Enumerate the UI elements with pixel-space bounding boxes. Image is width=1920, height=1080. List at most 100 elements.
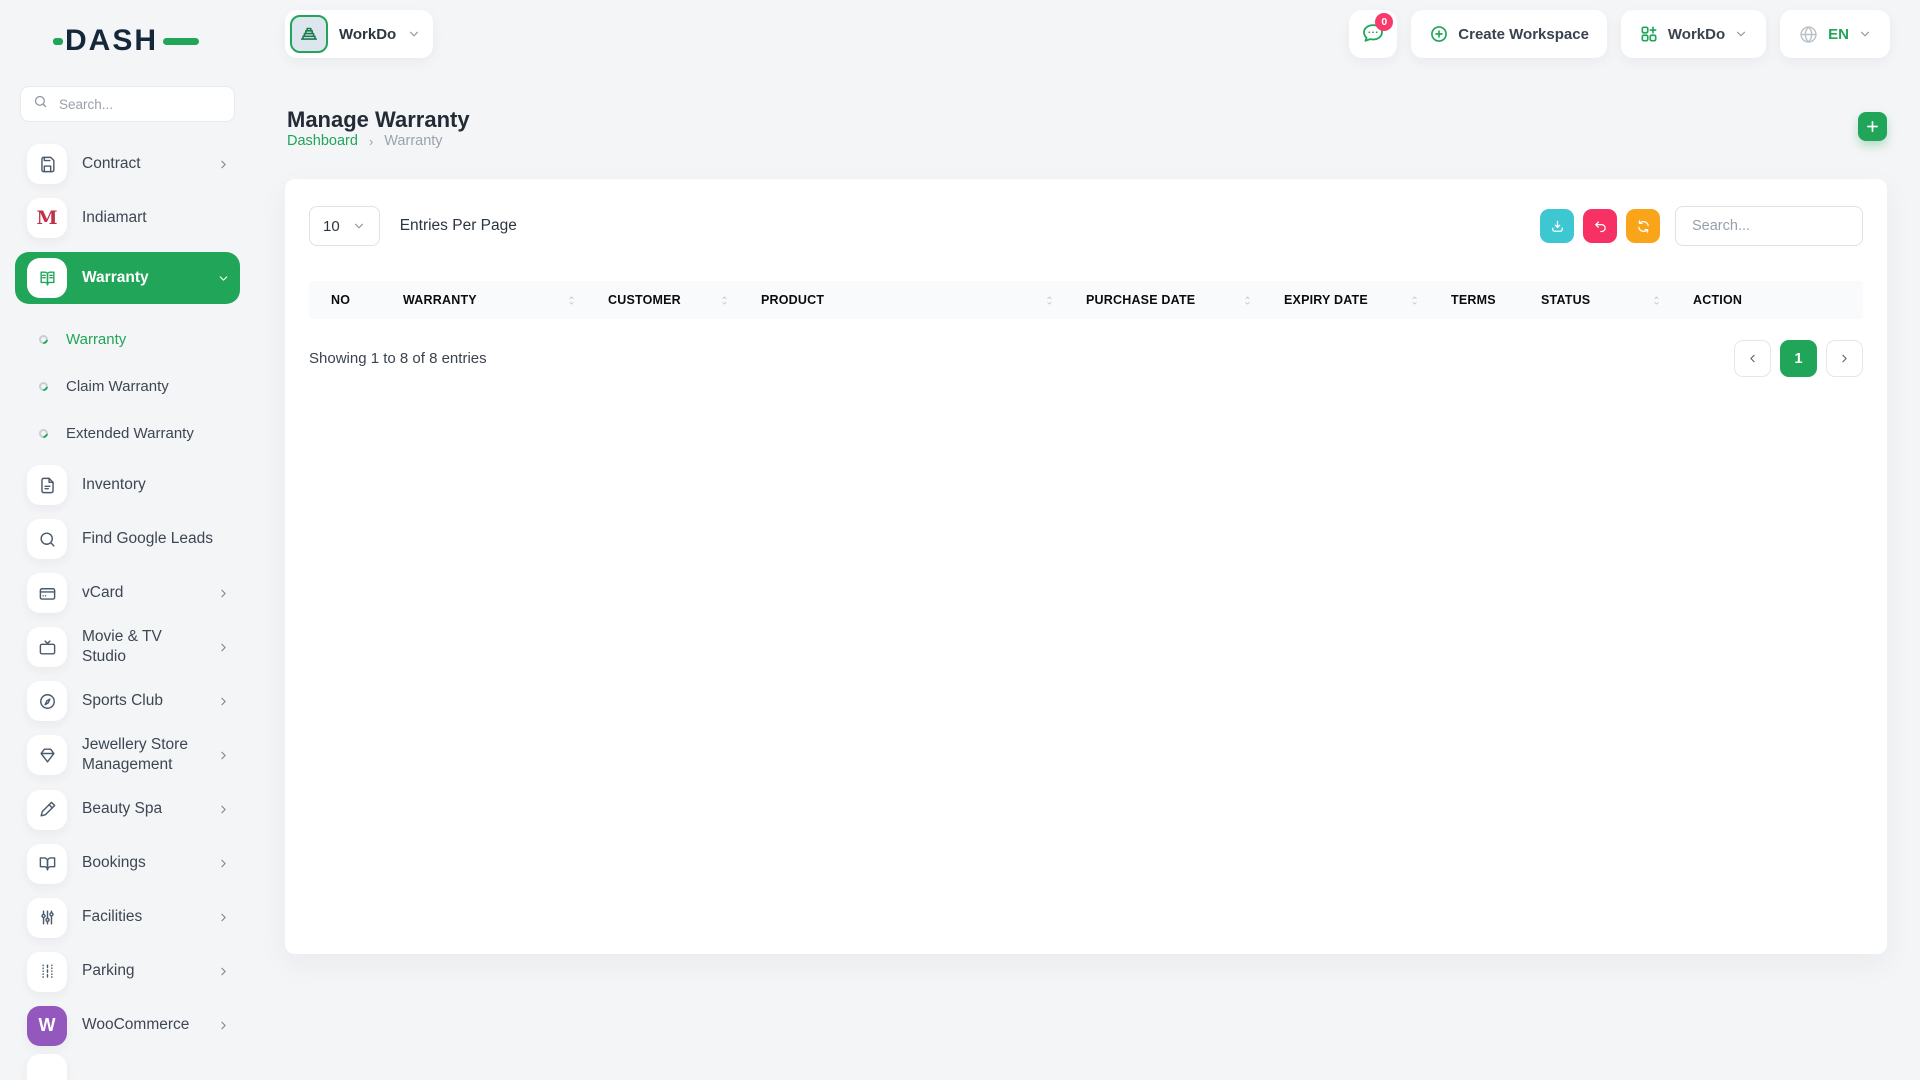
breadcrumb-dashboard-link[interactable]: Dashboard (287, 133, 358, 149)
sidebar: DASH Contract M Indiamart Warranty Warranty C… (0, 0, 255, 1080)
sidebar-subitem-claim-warranty[interactable]: Claim Warranty (39, 363, 240, 410)
sidebar-item-label: Find Google Leads (82, 529, 213, 549)
workdo-menu-label: WorkDo (1668, 26, 1725, 43)
logo-dash-accent (163, 38, 199, 45)
warranty-table: NOWARRANTYCUSTOMERPRODUCTPURCHASE DATEEX… (309, 281, 1863, 319)
column-header-status[interactable]: STATUS (1525, 281, 1677, 319)
sort-icon[interactable] (1408, 294, 1421, 307)
sort-icon[interactable] (565, 294, 578, 307)
pagination-prev-button[interactable] (1734, 340, 1771, 377)
entries-per-page-select[interactable]: 10 (309, 206, 380, 246)
chevron-down-icon (352, 219, 366, 233)
sidebar-item-movie-tv-studio[interactable]: Movie & TV Studio (15, 627, 240, 667)
pagination-next-button[interactable] (1826, 340, 1863, 377)
parking-icon (27, 952, 67, 992)
column-header-expiry-date[interactable]: EXPIRY DATE (1268, 281, 1435, 319)
sidebar-item-inventory[interactable]: Inventory (15, 465, 240, 505)
language-label: EN (1828, 26, 1849, 43)
sidebar-item-woocommerce[interactable]: WWooCommerce (15, 1006, 240, 1046)
search-icon (33, 94, 48, 114)
sidebar-item-warranty[interactable]: Warranty (15, 252, 240, 304)
sidebar-item-label: Facilities (82, 907, 142, 927)
sidebar-search (20, 86, 235, 122)
sidebar-item-label: WooCommerce (82, 1015, 189, 1035)
sidebar-item-label: Warranty (82, 268, 149, 288)
table-search-input[interactable] (1690, 217, 1848, 235)
logo-text: DASH (65, 24, 158, 57)
showing-entries-text: Showing 1 to 8 of 8 entries (309, 350, 487, 367)
indiamart-icon: M (27, 198, 67, 238)
grid-plus-icon (1639, 24, 1659, 44)
column-label: STATUS (1541, 293, 1590, 307)
create-workspace-button[interactable]: Create Workspace (1411, 10, 1607, 58)
column-header-product[interactable]: PRODUCT (745, 281, 1070, 319)
sidebar-item-label: Movie & TV Studio (82, 627, 202, 667)
open-book-icon (27, 844, 67, 884)
card-icon (27, 573, 67, 613)
language-selector[interactable]: EN (1780, 10, 1890, 58)
sidebar-item-label: Contract (82, 154, 141, 174)
warranty-table-card: 10 Entries Per Page NOWARRANTYCUSTOMERPR… (285, 179, 1887, 954)
table-footer: Showing 1 to 8 of 8 entries 1 (309, 340, 1863, 377)
column-label: ACTION (1693, 293, 1742, 307)
messages-button[interactable]: 0 (1349, 10, 1397, 58)
sort-icon[interactable] (1650, 294, 1663, 307)
breadcrumb: Dashboard › Warranty (287, 133, 443, 149)
sidebar-item-label: Indiamart (82, 208, 147, 228)
chevron-down-icon (1734, 27, 1748, 41)
create-workspace-label: Create Workspace (1458, 26, 1589, 43)
sidebar-item-jewellery-store-management[interactable]: Jewellery Store Management (15, 735, 240, 775)
pagination-page-1[interactable]: 1 (1780, 340, 1817, 377)
chevron-down-icon (407, 27, 421, 41)
workspace-label: WorkDo (339, 26, 396, 43)
pagination: 1 (1734, 340, 1863, 377)
chevron-right-icon (217, 911, 230, 924)
undo-button[interactable] (1583, 209, 1617, 243)
sidebar-item-indiamart[interactable]: M Indiamart (15, 198, 240, 238)
sort-icon[interactable] (1241, 294, 1254, 307)
app-logo[interactable]: DASH (65, 24, 195, 60)
sidebar-item-bookings[interactable]: Bookings (15, 844, 240, 884)
sidebar-item-label: Jewellery Store Management (82, 735, 202, 775)
sidebar-item-contract[interactable]: Contract (15, 144, 240, 184)
sort-icon[interactable] (718, 294, 731, 307)
sidebar-subitem-warranty[interactable]: Warranty (39, 316, 240, 363)
chevron-right-icon (217, 695, 230, 708)
sidebar-item-facilities[interactable]: Facilities (15, 898, 240, 938)
search-icon (27, 519, 67, 559)
column-header-customer[interactable]: CUSTOMER (592, 281, 745, 319)
plus-circle-icon (1429, 24, 1449, 44)
sidebar-subitem-label: Claim Warranty (66, 378, 169, 395)
refresh-button[interactable] (1626, 209, 1660, 243)
sidebar-item-parking[interactable]: Parking (15, 952, 240, 992)
sidebar-item-vcard[interactable]: vCard (15, 573, 240, 613)
sort-icon[interactable] (1043, 294, 1056, 307)
sliders-icon (27, 898, 67, 938)
sidebar-submenu: Warranty Claim Warranty Extended Warranty (15, 316, 240, 457)
column-header-warranty[interactable]: WARRANTY (387, 281, 592, 319)
column-label: EXPIRY DATE (1284, 293, 1368, 307)
sidebar-search-input[interactable] (57, 96, 222, 113)
table-search (1675, 206, 1863, 246)
workspace-switcher[interactable]: WorkDo (285, 10, 433, 58)
sidebar-item-find-google-leads[interactable]: Find Google Leads (15, 519, 240, 559)
sidebar-item-beauty-spa[interactable]: Beauty Spa (15, 790, 240, 830)
download-button[interactable] (1540, 209, 1574, 243)
add-warranty-button[interactable] (1858, 112, 1887, 141)
column-header-purchase-date[interactable]: PURCHASE DATE (1070, 281, 1268, 319)
sidebar-item-label: Beauty Spa (82, 799, 162, 819)
sidebar-item-sports-club[interactable]: Sports Club (15, 681, 240, 721)
column-label: PRODUCT (761, 293, 824, 307)
floppy-icon (27, 144, 67, 184)
chevron-right-icon (217, 587, 230, 600)
entries-per-page-value: 10 (323, 218, 340, 235)
sidebar-subitem-extended-warranty[interactable]: Extended Warranty (39, 410, 240, 457)
column-label: WARRANTY (403, 293, 477, 307)
sidebar-item-label: Sports Club (82, 691, 163, 711)
gem-icon (27, 735, 67, 775)
toolbar-actions (1540, 209, 1660, 243)
chevron-down-icon (1858, 27, 1872, 41)
tv-icon (27, 627, 67, 667)
chevron-right-icon (217, 965, 230, 978)
workdo-menu-button[interactable]: WorkDo (1621, 10, 1766, 58)
